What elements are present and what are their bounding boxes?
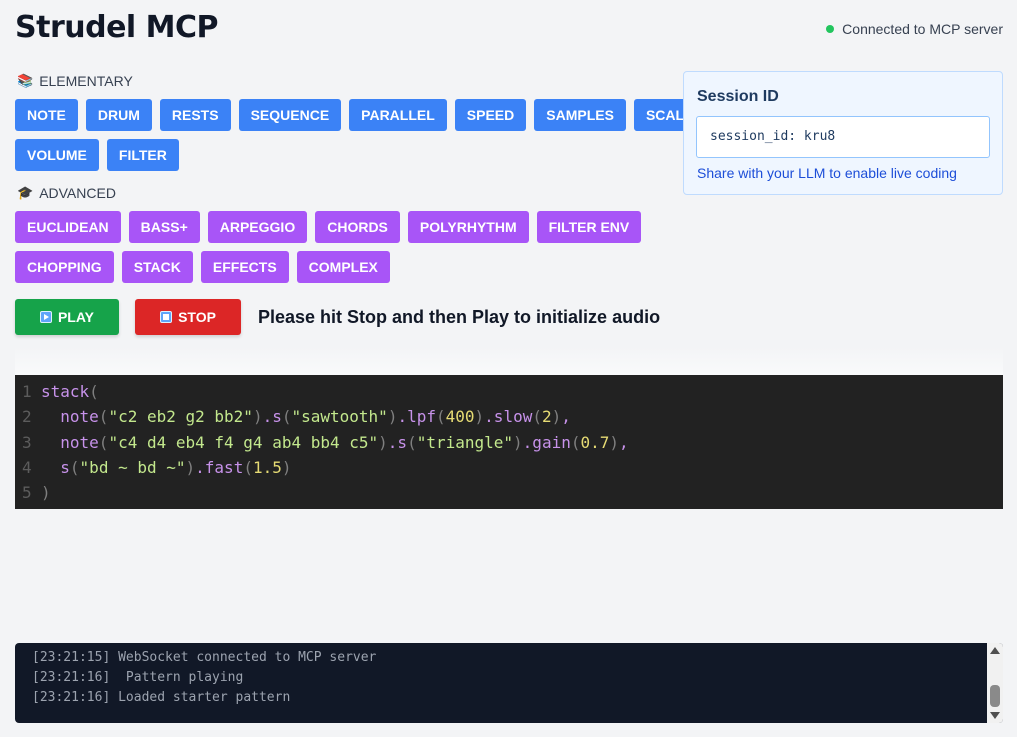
elementary-row-2: VOLUME FILTER <box>15 139 179 171</box>
chopping-button[interactable]: CHOPPING <box>15 251 114 283</box>
filter-button[interactable]: FILTER <box>106 139 179 171</box>
status-dot-icon <box>826 25 835 33</box>
rests-button[interactable]: RESTS <box>159 99 231 131</box>
scroll-thumb[interactable] <box>990 685 1000 707</box>
samples-button[interactable]: SAMPLES <box>534 99 626 131</box>
play-icon <box>39 311 52 323</box>
connection-status-text: Connected to MCP server <box>842 21 1003 37</box>
editor-toolbar <box>15 347 1003 375</box>
app-title: Strudel MCP <box>15 10 219 45</box>
scroll-up-icon[interactable] <box>990 647 1000 654</box>
advanced-section-label: 🎓 ADVANCED <box>17 185 116 201</box>
session-id-field[interactable]: session_id: kru8 <box>696 116 990 158</box>
bass-plus-button[interactable]: BASS+ <box>128 211 200 243</box>
session-title: Session ID <box>697 88 779 105</box>
euclidean-button[interactable]: EUCLIDEAN <box>15 211 121 243</box>
code-editor[interactable]: 1 stack( 2 note("c2 eb2 g2 bb2").s("sawto… <box>15 375 1003 509</box>
play-button[interactable]: PLAY <box>15 299 119 335</box>
arpeggio-button[interactable]: ARPEGGIO <box>207 211 308 243</box>
line-number: 5 <box>22 483 32 503</box>
effects-button[interactable]: EFFECTS <box>200 251 289 283</box>
polyrhythm-button[interactable]: POLYRHYTHM <box>407 211 529 243</box>
scroll-down-icon[interactable] <box>990 712 1000 719</box>
elementary-row-1: NOTE DRUM RESTS SEQUENCE PARALLEL SPEED … <box>15 99 706 131</box>
log-console[interactable]: [23:21:15] WebSocket connected to MCP se… <box>15 643 1003 723</box>
line-number: 2 <box>22 407 32 427</box>
code-line: 5) <box>15 480 1003 505</box>
stop-button[interactable]: STOP <box>135 299 241 335</box>
log-entry: [23:21:16] Loaded starter pattern <box>32 690 291 705</box>
stack-button[interactable]: STACK <box>121 251 193 283</box>
connection-status: Connected to MCP server <box>826 21 1003 37</box>
line-number: 1 <box>22 382 32 401</box>
chords-button[interactable]: CHORDS <box>315 211 400 243</box>
books-icon: 📚 <box>17 73 34 88</box>
volume-button[interactable]: VOLUME <box>15 139 99 171</box>
code-line: 2 note("c2 eb2 g2 bb2").s("sawtooth").lp… <box>15 404 1003 429</box>
log-entry: [23:21:15] WebSocket connected to MCP se… <box>32 650 377 665</box>
advanced-row-2: CHOPPING STACK EFFECTS COMPLEX <box>15 251 390 283</box>
drum-button[interactable]: DRUM <box>85 99 152 131</box>
log-scrollbar[interactable] <box>987 643 1003 723</box>
log-entry: [23:21:16] Pattern playing <box>32 670 244 685</box>
code-line: 3 note("c4 d4 eb4 f4 g4 ab4 bb4 c5").s("… <box>15 430 1003 455</box>
sequence-button[interactable]: SEQUENCE <box>238 99 342 131</box>
stop-icon <box>160 311 173 323</box>
speed-button[interactable]: SPEED <box>454 99 527 131</box>
complex-button[interactable]: COMPLEX <box>296 251 390 283</box>
elementary-section-label: 📚 ELEMENTARY <box>17 73 133 89</box>
session-hint: Share with your LLM to enable live codin… <box>697 165 957 181</box>
note-button[interactable]: NOTE <box>15 99 78 131</box>
code-line: 4 s("bd ~ bd ~").fast(1.5) <box>15 455 1003 480</box>
session-panel: Session ID session_id: kru8 Share with y… <box>683 71 1003 195</box>
graduation-cap-icon: 🎓 <box>17 185 34 200</box>
audio-init-message: Please hit Stop and then Play to initial… <box>258 307 661 327</box>
filter-env-button[interactable]: FILTER ENV <box>536 211 642 243</box>
line-number: 3 <box>22 432 32 452</box>
advanced-row-1: EUCLIDEAN BASS+ ARPEGGIO CHORDS POLYRHYT… <box>15 211 642 243</box>
line-number: 4 <box>22 457 32 477</box>
parallel-button[interactable]: PARALLEL <box>349 99 447 131</box>
code-line: 1 stack( <box>15 379 1003 404</box>
